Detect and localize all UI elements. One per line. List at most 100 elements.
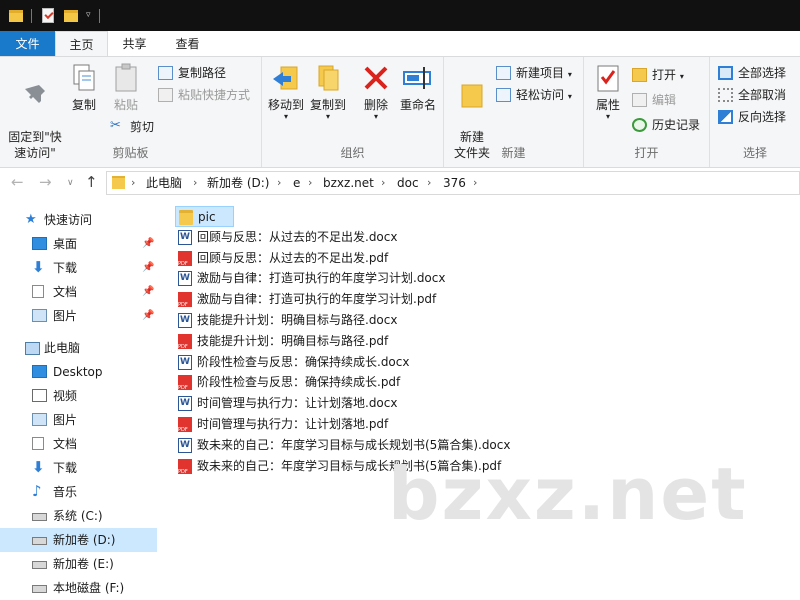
chevron-down-icon[interactable]: ∨ xyxy=(67,178,74,188)
folder-icon[interactable] xyxy=(9,10,23,22)
nav-quick-access[interactable]: ★ 快速访问 xyxy=(0,208,157,232)
properties-icon[interactable] xyxy=(42,8,54,23)
divider xyxy=(31,9,32,23)
tab-file[interactable]: 文件 xyxy=(0,31,55,57)
list-item[interactable]: 技能提升计划：明确目标与路径.pdf xyxy=(175,331,388,358)
move-to-button[interactable]: 移动到 ▾ xyxy=(266,63,306,121)
select-none-icon xyxy=(718,88,733,102)
nav-drive-d[interactable]: 新加卷 (D:) xyxy=(0,528,157,552)
chevron-down-icon[interactable]: ▿ xyxy=(86,10,91,27)
pin-icon[interactable]: 📌 xyxy=(142,304,154,328)
nav-pc-music[interactable]: ♪ 音乐 xyxy=(0,480,157,504)
chevron-right-icon[interactable]: › xyxy=(131,172,135,194)
breadcrumb-drive-d[interactable]: 新加卷 (D:) xyxy=(207,172,269,194)
cut-button[interactable]: ✂ 剪切 xyxy=(110,117,154,137)
chevron-down-icon: ▾ xyxy=(283,112,288,121)
breadcrumb-this-pc[interactable]: 此电脑 xyxy=(146,172,182,194)
chevron-right-icon[interactable]: › xyxy=(193,172,197,194)
nav-pc-desktop[interactable]: Desktop xyxy=(0,360,157,384)
video-icon xyxy=(32,389,47,402)
chevron-down-icon: ▾ xyxy=(605,112,610,121)
select-all-button[interactable]: 全部选择 xyxy=(718,63,786,83)
open-button[interactable]: 打开 ▾ xyxy=(632,65,684,85)
nav-pc-downloads[interactable]: ⬇ 下载 xyxy=(0,456,157,480)
divider xyxy=(99,9,100,23)
clipboard-group: 固定到"快 速访问" 复制 粘贴 复制路径 粘贴快捷方式 ✂ 剪切 剪贴板 xyxy=(0,57,262,167)
history-button[interactable]: 历史记录 xyxy=(632,115,700,135)
new-item-button[interactable]: 新建项目 ▾ xyxy=(496,63,572,83)
copy-path-button[interactable]: 复制路径 xyxy=(158,63,226,83)
file-name: 阶段性检查与反思：确保持续成长.docx xyxy=(197,355,410,369)
list-item[interactable]: 激励与自律：打造可执行的年度学习计划.docx xyxy=(175,268,445,289)
list-item[interactable]: 阶段性检查与反思：确保持续成长.pdf xyxy=(175,372,400,399)
copy-to-button[interactable]: 复制到 ▾ xyxy=(308,63,348,121)
breadcrumb-e[interactable]: e xyxy=(293,172,300,194)
list-item[interactable]: 时间管理与执行力：让计划落地.docx xyxy=(175,393,397,414)
select-none-button[interactable]: 全部取消 xyxy=(718,85,786,105)
nav-quick-documents[interactable]: 文档 📌 xyxy=(0,280,157,304)
paste-icon xyxy=(115,63,137,92)
list-item[interactable]: 激励与自律：打造可执行的年度学习计划.pdf xyxy=(175,289,436,316)
list-item[interactable]: 时间管理与执行力：让计划落地.pdf xyxy=(175,414,388,441)
drive-icon xyxy=(32,561,47,569)
list-item[interactable]: pic xyxy=(175,206,234,227)
pictures-icon xyxy=(32,413,47,426)
paste-button[interactable]: 粘贴 xyxy=(108,63,144,113)
breadcrumb-bzxz[interactable]: bzxz.net xyxy=(323,172,374,194)
new-group-label: 新建 xyxy=(501,146,526,160)
nav-pc-videos[interactable]: 视频 xyxy=(0,384,157,408)
nav-drive-f[interactable]: 本地磁盘 (F:) xyxy=(0,576,157,600)
easy-access-button[interactable]: 轻松访问 ▾ xyxy=(496,85,572,105)
list-item[interactable]: 回顾与反思：从过去的不足出发.docx xyxy=(175,227,397,248)
address-bar[interactable]: › 此电脑 › 新加卷 (D:) › e › bzxz.net › doc › … xyxy=(106,171,800,195)
paste-shortcut-button[interactable]: 粘贴快捷方式 xyxy=(158,85,250,105)
navigation-pane: ★ 快速访问 桌面 📌 ⬇ 下载 📌 文档 📌 图片 📌 此电脑 Desktop… xyxy=(0,198,157,600)
chevron-right-icon[interactable]: › xyxy=(308,172,312,194)
nav-quick-downloads[interactable]: ⬇ 下载 📌 xyxy=(0,256,157,280)
breadcrumb-376[interactable]: 376 xyxy=(443,172,466,194)
properties-label: 属性 xyxy=(595,98,620,112)
nav-pc-pictures[interactable]: 图片 xyxy=(0,408,157,432)
history-icon xyxy=(632,118,647,132)
word-doc-icon xyxy=(178,310,192,331)
chevron-right-icon[interactable]: › xyxy=(473,172,477,194)
tab-share[interactable]: 共享 xyxy=(108,31,161,57)
file-name: 回顾与反思：从过去的不足出发.pdf xyxy=(197,251,389,265)
list-item[interactable]: 阶段性检查与反思：确保持续成长.docx xyxy=(175,352,409,373)
breadcrumb-doc[interactable]: doc xyxy=(397,172,419,194)
properties-button[interactable]: 属性 ▾ xyxy=(592,63,624,121)
pin-icon[interactable]: 📌 xyxy=(142,256,154,280)
list-item[interactable]: 技能提升计划：明确目标与路径.docx xyxy=(175,310,397,331)
back-arrow-icon[interactable]: ← xyxy=(11,173,24,191)
list-item[interactable]: 回顾与反思：从过去的不足出发.pdf xyxy=(175,248,389,275)
forward-arrow-icon[interactable]: → xyxy=(39,173,52,191)
chevron-right-icon[interactable]: › xyxy=(277,172,281,194)
title-bar: ▿ xyxy=(0,0,800,31)
new-folder-icon[interactable] xyxy=(64,10,78,22)
rename-label: 重命名 xyxy=(399,98,436,112)
nav-drive-e[interactable]: 新加卷 (E:) xyxy=(0,552,157,576)
up-arrow-icon[interactable]: ↑ xyxy=(85,173,98,191)
pdf-icon xyxy=(178,251,192,275)
nav-quick-pictures[interactable]: 图片 📌 xyxy=(0,304,157,328)
nav-drive-c[interactable]: 系统 (C:) xyxy=(0,504,157,528)
pdf-icon xyxy=(178,459,192,483)
invert-selection-button[interactable]: 反向选择 xyxy=(718,107,786,127)
copy-button[interactable]: 复制 xyxy=(68,63,100,113)
pin-icon[interactable]: 📌 xyxy=(142,280,154,304)
new-item-icon xyxy=(496,66,511,80)
drive-icon xyxy=(32,585,47,593)
chevron-right-icon[interactable]: › xyxy=(381,172,385,194)
nav-quick-desktop[interactable]: 桌面 📌 xyxy=(0,232,157,256)
pin-icon[interactable]: 📌 xyxy=(142,232,154,256)
rename-button[interactable]: 重命名 xyxy=(398,63,438,113)
delete-button[interactable]: 删除 ▾ xyxy=(362,63,390,121)
nav-this-pc[interactable]: 此电脑 xyxy=(0,336,157,360)
edit-button[interactable]: 编辑 xyxy=(632,90,676,110)
chevron-down-icon: ▾ xyxy=(373,112,378,121)
nav-pc-documents[interactable]: 文档 xyxy=(0,432,157,456)
chevron-right-icon[interactable]: › xyxy=(427,172,431,194)
tab-view[interactable]: 查看 xyxy=(161,31,214,57)
tab-home[interactable]: 主页 xyxy=(55,31,108,57)
move-to-icon xyxy=(273,66,298,90)
